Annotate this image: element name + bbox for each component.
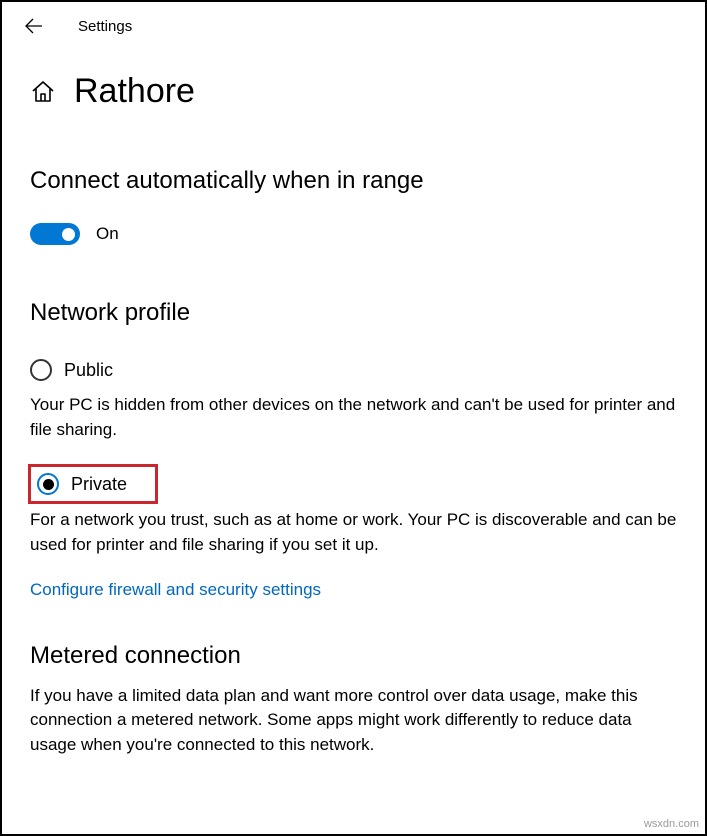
watermark: wsxdn.com — [644, 818, 699, 830]
metered-heading: Metered connection — [30, 642, 677, 670]
network-name: Rathore — [74, 72, 195, 111]
radio-public-label: Public — [64, 360, 113, 381]
network-profile-radio-group: Public Your PC is hidden from other devi… — [30, 355, 677, 642]
firewall-link[interactable]: Configure firewall and security settings — [30, 580, 321, 600]
toggle-knob — [62, 228, 75, 241]
back-arrow-icon — [25, 17, 43, 35]
private-description: For a network you trust, such as at home… — [30, 508, 677, 557]
radio-private[interactable] — [37, 473, 59, 495]
radio-private-label: Private — [71, 474, 127, 495]
network-header: Rathore — [30, 72, 677, 111]
radio-private-inner — [43, 479, 54, 490]
titlebar: Settings — [2, 2, 705, 50]
back-button[interactable] — [14, 6, 54, 46]
auto-connect-toggle[interactable] — [30, 223, 80, 245]
network-profile-heading: Network profile — [30, 299, 677, 327]
radio-public[interactable] — [30, 359, 52, 381]
auto-connect-toggle-row: On — [30, 223, 677, 245]
public-description: Your PC is hidden from other devices on … — [30, 393, 677, 442]
toggle-state-label: On — [96, 224, 119, 244]
content-area: Rathore Connect automatically when in ra… — [2, 50, 705, 799]
metered-description: If you have a limited data plan and want… — [30, 684, 677, 758]
home-icon — [30, 79, 56, 105]
auto-connect-heading: Connect automatically when in range — [30, 167, 677, 195]
radio-option-private-highlight: Private — [28, 464, 158, 504]
radio-option-public[interactable]: Public — [30, 355, 677, 385]
app-title: Settings — [78, 18, 132, 35]
